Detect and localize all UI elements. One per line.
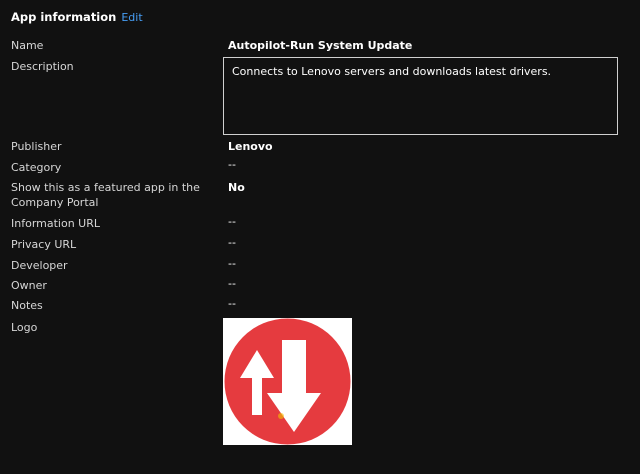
information-url-label: Information URL (11, 217, 100, 230)
privacy-url-value: -- (228, 236, 236, 249)
owner-value: -- (228, 277, 236, 290)
privacy-url-label: Privacy URL (11, 238, 77, 251)
category-label: Category (11, 161, 62, 174)
up-down-arrows-icon (224, 318, 351, 445)
notes-label: Notes (11, 299, 43, 312)
featured-value: No (228, 181, 245, 194)
section-header: App information Edit (11, 9, 143, 25)
edit-link[interactable]: Edit (121, 11, 142, 24)
logo-label: Logo (11, 321, 38, 334)
featured-label-line2: Company Portal (11, 196, 99, 209)
description-field[interactable]: Connects to Lenovo servers and downloads… (223, 57, 618, 135)
notes-value: -- (228, 297, 236, 310)
section-title: App information (11, 10, 117, 24)
publisher-label: Publisher (11, 140, 62, 153)
app-logo (223, 318, 352, 445)
description-label: Description (11, 60, 74, 73)
publisher-value: Lenovo (228, 140, 273, 153)
developer-value: -- (228, 257, 236, 270)
information-url-value: -- (228, 215, 236, 228)
featured-label-line1: Show this as a featured app in the (11, 181, 200, 194)
owner-label: Owner (11, 279, 47, 292)
featured-label: Show this as a featured app in the Compa… (11, 180, 211, 210)
name-value: Autopilot-Run System Update (228, 39, 413, 52)
developer-label: Developer (11, 259, 68, 272)
name-label: Name (11, 39, 44, 52)
category-value: -- (228, 158, 236, 171)
description-value: Connects to Lenovo servers and downloads… (232, 65, 552, 78)
